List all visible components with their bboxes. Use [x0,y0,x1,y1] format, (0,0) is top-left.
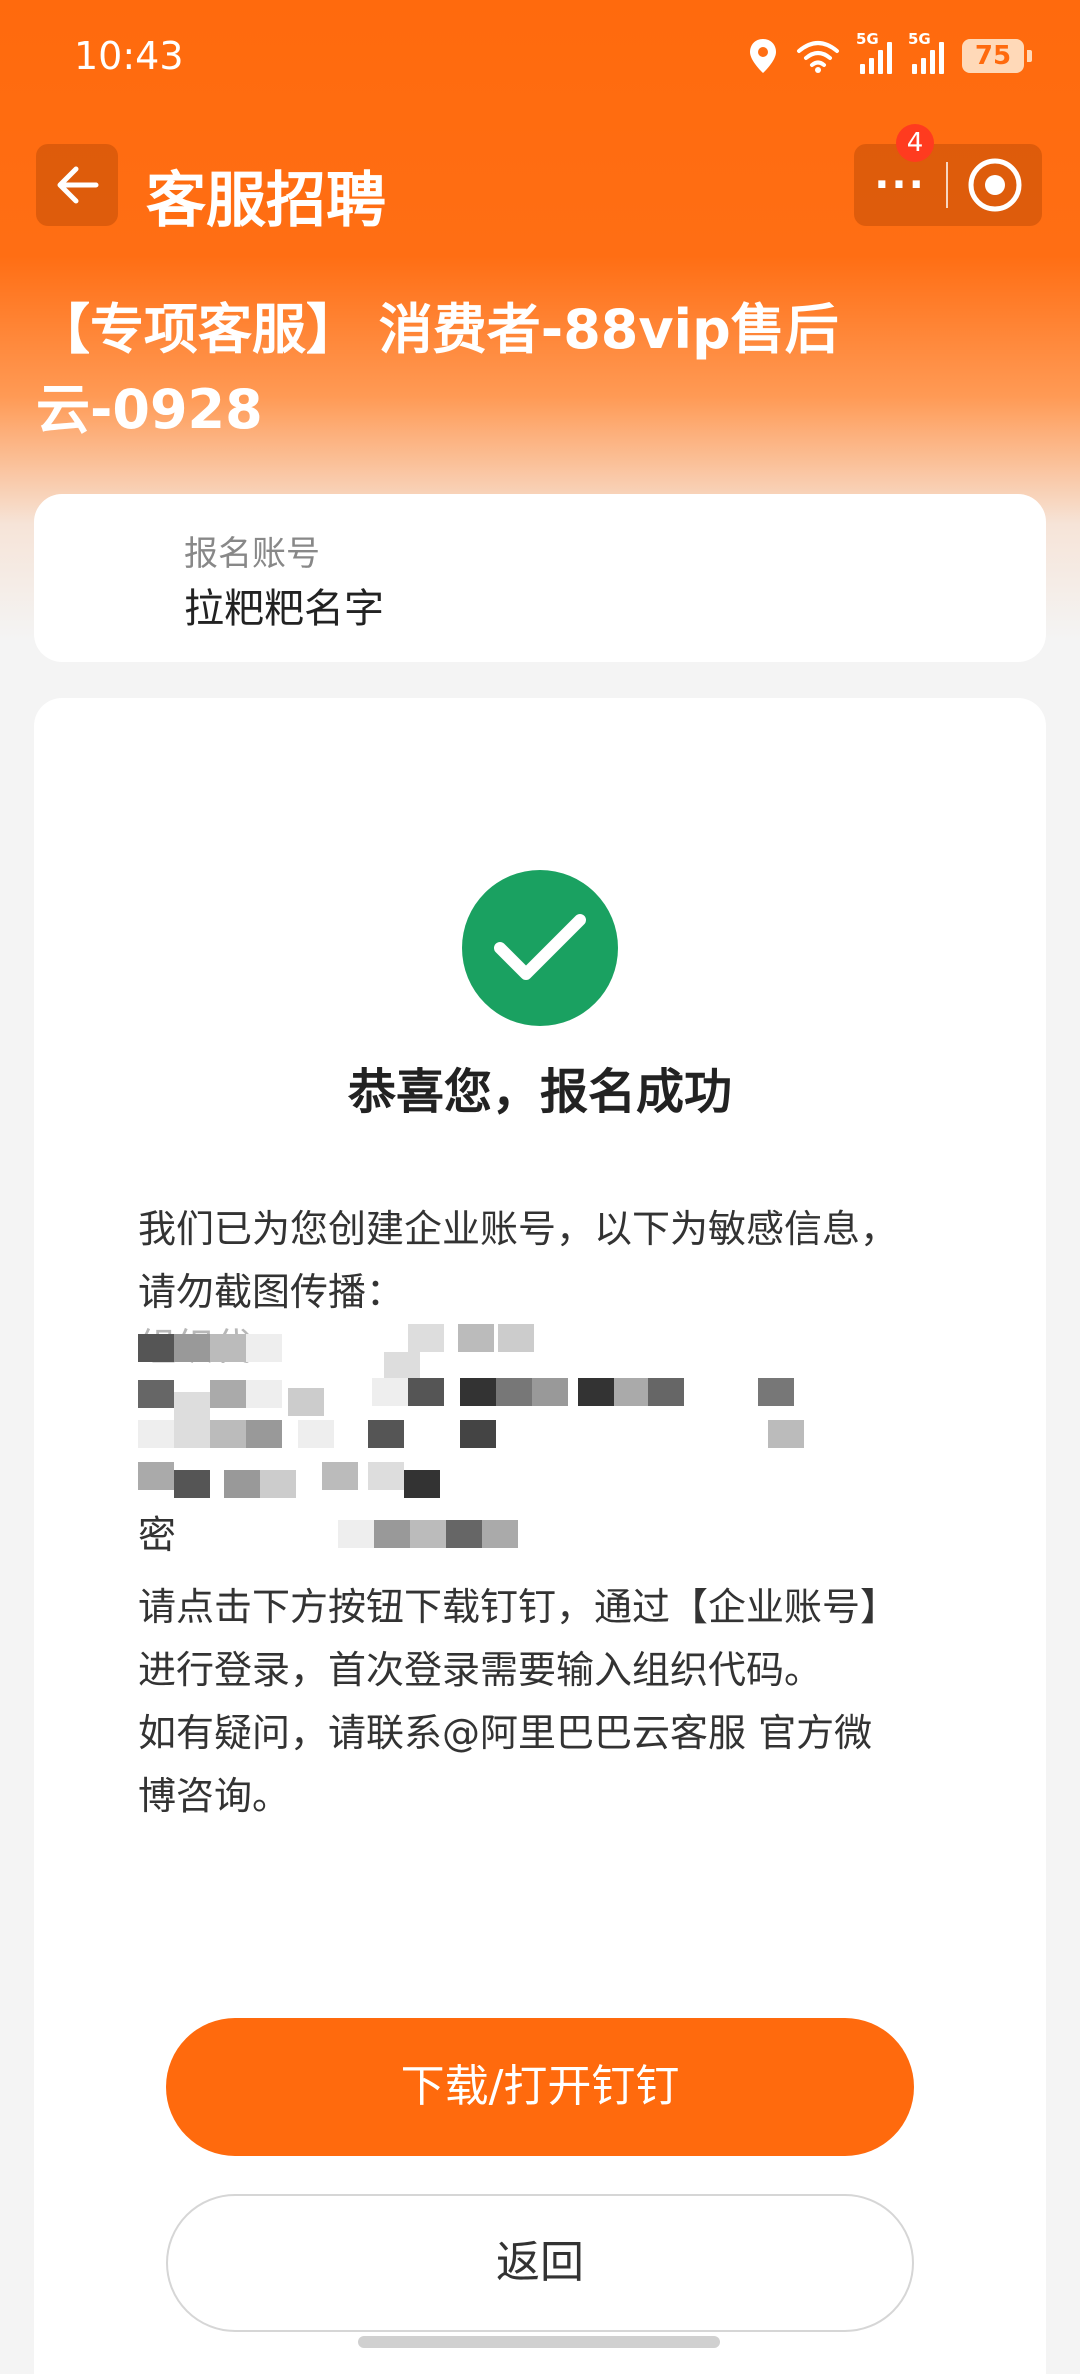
signal-2-label: 5G [908,30,931,48]
instruction-line-1: 请点击下方按钮下载钉钉，通过【企业账号】 [138,1585,899,1629]
job-title-line-1: 【专项客服】 消费者-88vip售后 [36,298,839,361]
miniapp-capsule: ··· 4 [854,124,1042,226]
account-card: 报名账号 拉粑粑名字 [34,494,1046,662]
signal-1-label: 5G [856,30,879,48]
notification-badge: 4 [896,124,934,162]
result-card: 恭喜您，报名成功 我们已为您创建企业账号，以下为敏感信息， 请勿截图传播： 组织… [34,698,1046,2374]
redacted-label-password: 密 [138,1513,177,1557]
navigation-bar: 客服招聘 ··· 4 [0,124,1080,236]
status-bar: 10:43 5G 5G 75 [0,0,1080,120]
instruction-line-2: 进行登录，首次登录需要输入组织代码。 [138,1648,823,1692]
account-label: 报名账号 [184,534,320,574]
contact-line-1: 如有疑问，请联系@阿里巴巴云客服 官方微 [138,1711,873,1755]
return-button[interactable]: 返回 [166,2194,914,2332]
home-indicator[interactable] [358,2336,720,2348]
arrow-left-icon [57,166,99,204]
job-title: 【专项客服】 消费者-88vip售后 云-0928 [36,290,936,450]
status-time: 10:43 [74,34,184,78]
contact-line-2: 博咨询。 [138,1774,291,1818]
intro-line-2: 请勿截图传播： [138,1270,405,1314]
back-button[interactable] [36,144,118,226]
success-badge [462,870,618,1026]
intro-line-1: 我们已为您创建企业账号，以下为敏感信息， [138,1207,899,1251]
notice-text: 我们已为您创建企业账号，以下为敏感信息， 请勿截图传播： 组织代 密 [138,1198,958,1828]
status-icons: 5G 5G 75 [748,30,1032,74]
success-title: 恭喜您，报名成功 [347,1064,732,1120]
signal-icon-1: 5G [856,30,892,74]
target-icon [968,158,1022,212]
account-value: 拉粑粑名字 [184,586,384,632]
page-title: 客服招聘 [146,166,386,236]
more-button[interactable]: ··· [854,144,946,226]
wifi-icon [797,41,839,73]
download-dingtalk-button[interactable]: 下载/打开钉钉 [166,2018,914,2156]
signal-icon-2: 5G [908,30,944,74]
close-miniapp-button[interactable] [948,156,1042,214]
redacted-credentials: 组织代 密 [138,1324,958,1576]
job-title-line-2: 云-0928 [36,378,263,441]
location-icon [750,39,776,73]
battery-indicator: 75 [962,39,1032,73]
check-icon [494,914,586,980]
